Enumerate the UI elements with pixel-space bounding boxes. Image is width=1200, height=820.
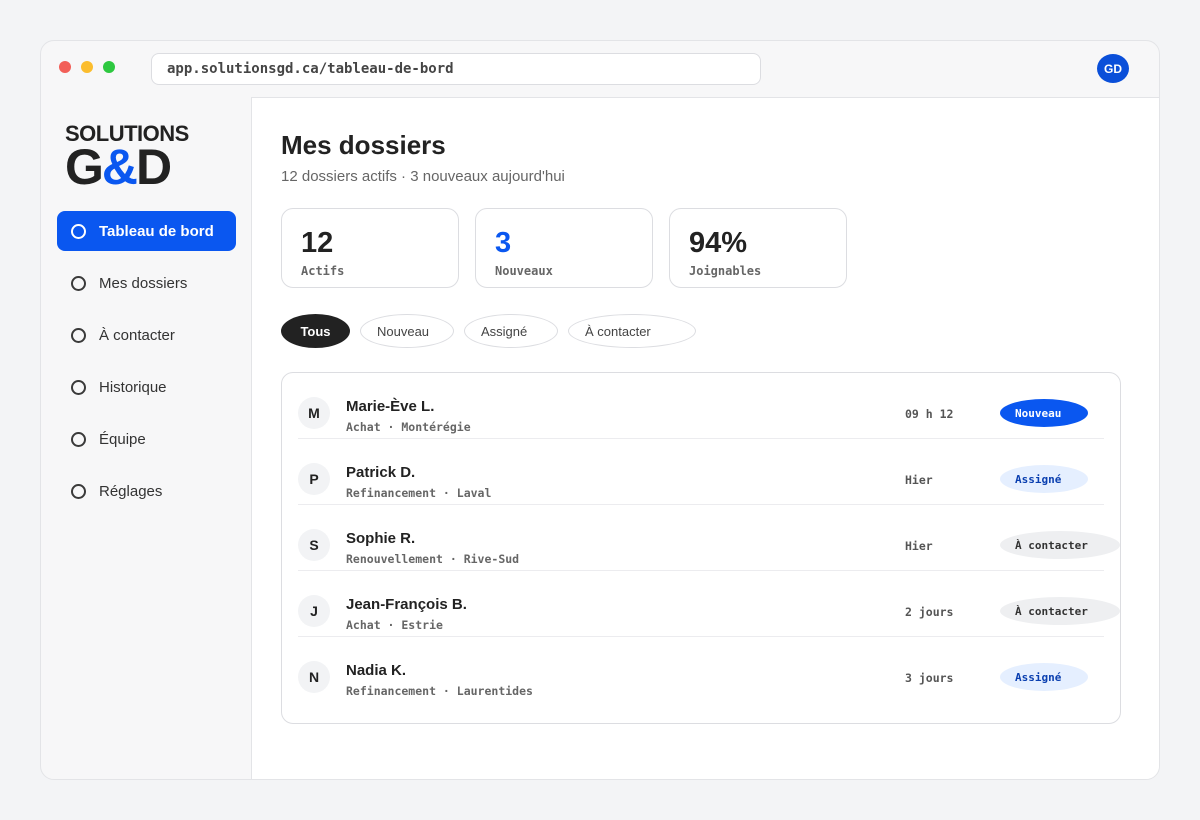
page-subtitle: 12 dossiers actifs · 3 nouveaux aujourd'… (281, 168, 565, 185)
client-name: Sophie R. (346, 530, 416, 547)
client-name: Nadia K. (346, 662, 407, 679)
circle-icon (71, 223, 86, 239)
stat-value: 3 (495, 227, 512, 259)
close-window-dot[interactable] (59, 61, 71, 73)
row-time: Hier (905, 539, 933, 553)
status-badge: Nouveau (1000, 399, 1088, 427)
circle-icon (71, 483, 86, 499)
main-content: Mes dossiers 12 dossiers actifs · 3 nouv… (251, 97, 1159, 779)
stat-label: Actifs (301, 264, 345, 278)
table-row[interactable]: J Jean-François B. Achat · Estrie 2 jour… (298, 571, 1120, 637)
sidebar-item-tableau-de-bord[interactable]: Tableau de bord (57, 211, 236, 251)
avatar: P (298, 463, 330, 495)
client-meta: Achat · Montérégie (346, 420, 471, 434)
circle-icon (71, 431, 86, 447)
client-name: Marie-Ève L. (346, 398, 435, 415)
sidebar-item-label: À contacter (99, 326, 175, 344)
sidebar-item-label: Tableau de bord (99, 222, 214, 240)
sidebar-item-label: Équipe (99, 430, 146, 448)
client-name: Patrick D. (346, 464, 416, 481)
circle-icon (71, 379, 86, 395)
table-row[interactable]: S Sophie R. Renouvellement · Rive-Sud Hi… (298, 505, 1120, 571)
logo-line-gd: G&D (65, 142, 189, 192)
sidebar-item-mes-dossiers[interactable]: Mes dossiers (57, 263, 236, 303)
stat-card-nouveaux: 3 Nouveaux (475, 208, 653, 288)
table-row[interactable]: N Nadia K. Refinancement · Laurentides 3… (298, 637, 1104, 703)
row-time: Hier (905, 473, 933, 487)
stat-value: 94% (689, 227, 748, 259)
filter-chip-a-contacter[interactable]: À contacter (568, 314, 696, 348)
address-bar[interactable]: app.solutionsgd.ca/tableau-de-bord (151, 53, 761, 85)
row-time: 2 jours (905, 605, 954, 619)
filter-chips: Tous Nouveau Assigné À contacter (281, 314, 706, 348)
stat-card-joignables: 94% Joignables (669, 208, 847, 288)
maximize-window-dot[interactable] (103, 61, 115, 73)
status-badge: Assigné (1000, 663, 1088, 691)
sidebar: SOLUTIONS G&D Tableau de bord Mes dossie… (41, 97, 251, 779)
minimize-window-dot[interactable] (81, 61, 93, 73)
sidebar-nav: Tableau de bord Mes dossiers À contacter… (57, 211, 236, 523)
stat-label: Nouveaux (495, 264, 553, 278)
avatar: M (298, 397, 330, 429)
user-avatar[interactable]: GD (1097, 54, 1129, 83)
logo-letter-g: G (65, 139, 104, 195)
dossier-list: M Marie-Ève L. Achat · Montérégie 09 h 1… (281, 372, 1121, 724)
sidebar-item-reglages[interactable]: Réglages (57, 471, 236, 511)
client-meta: Refinancement · Laval (346, 486, 492, 500)
filter-chip-tous[interactable]: Tous (281, 314, 350, 348)
sidebar-item-label: Historique (99, 378, 167, 396)
circle-icon (71, 275, 86, 291)
avatar: N (298, 661, 330, 693)
circle-icon (71, 327, 86, 343)
logo-letter-d: D (136, 139, 172, 195)
stat-value: 12 (301, 227, 334, 259)
client-meta: Refinancement · Laurentides (346, 684, 533, 698)
filter-chip-nouveau[interactable]: Nouveau (360, 314, 454, 348)
sidebar-item-a-contacter[interactable]: À contacter (57, 315, 236, 355)
browser-toolbar: app.solutionsgd.ca/tableau-de-bord GD (41, 41, 1159, 97)
client-meta: Achat · Estrie (346, 618, 443, 632)
page-title: Mes dossiers (281, 130, 446, 160)
status-badge: À contacter (1000, 531, 1120, 559)
browser-window: app.solutionsgd.ca/tableau-de-bord GD SO… (40, 40, 1160, 780)
avatar: J (298, 595, 330, 627)
sidebar-item-label: Réglages (99, 482, 163, 500)
avatar: S (298, 529, 330, 561)
sidebar-item-historique[interactable]: Historique (57, 367, 236, 407)
sidebar-item-equipe[interactable]: Équipe (57, 419, 236, 459)
sidebar-item-label: Mes dossiers (99, 274, 188, 292)
filter-chip-assigne[interactable]: Assigné (464, 314, 558, 348)
logo-ampersand: & (101, 139, 138, 195)
table-row[interactable]: M Marie-Ève L. Achat · Montérégie 09 h 1… (298, 373, 1104, 439)
stat-label: Joignables (689, 264, 762, 278)
client-name: Jean-François B. (346, 596, 467, 613)
row-time: 3 jours (905, 671, 954, 685)
table-row[interactable]: P Patrick D. Refinancement · Laval Hier … (298, 439, 1104, 505)
stat-card-actifs: 12 Actifs (281, 208, 459, 288)
brand-logo[interactable]: SOLUTIONS G&D (65, 123, 189, 193)
row-time: 09 h 12 (905, 407, 954, 421)
status-badge: À contacter (1000, 597, 1120, 625)
status-badge: Assigné (1000, 465, 1088, 493)
client-meta: Renouvellement · Rive-Sud (346, 552, 520, 566)
